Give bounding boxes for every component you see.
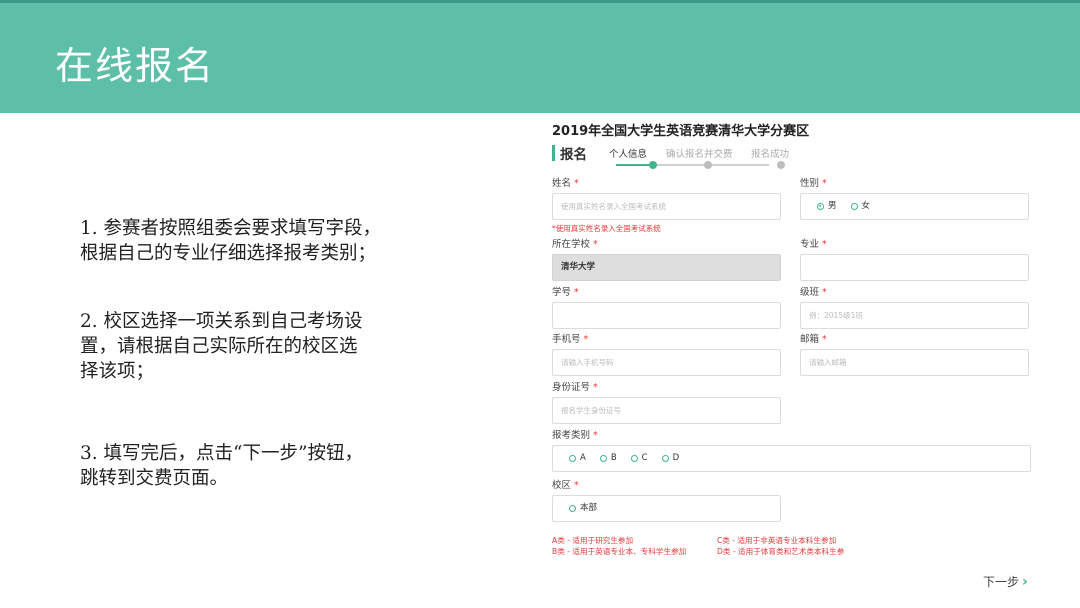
name-hint: *使用真实姓名录入全国考试系统: [552, 224, 661, 233]
campus-option-main[interactable]: 本部: [569, 496, 597, 521]
required-mark: *: [822, 239, 827, 250]
radio-icon: [850, 203, 858, 210]
section-label: 报名: [560, 147, 587, 163]
major-label: 专业 *: [800, 239, 827, 250]
category-radio-group: A B C D: [552, 445, 1031, 472]
radio-icon: [599, 455, 607, 462]
radio-icon: [661, 455, 669, 462]
required-mark: *: [593, 382, 598, 393]
required-mark: *: [593, 239, 598, 250]
step-dot: [777, 161, 785, 169]
email-input[interactable]: 请输入邮箱: [800, 349, 1029, 376]
phone-input[interactable]: 请输入手机号码: [552, 349, 781, 376]
major-field-group: 专业 *: [800, 238, 1029, 281]
instruction-line: 置，请根据自己实际所在的校区选: [80, 336, 358, 357]
class-field-group: 级班 * 例：2015级1班: [800, 286, 1029, 329]
legend-item: D类 - 适用于体育类和艺术类本科生参: [717, 547, 845, 556]
email-label: 邮箱 *: [800, 334, 827, 345]
campus-field-group: 校区 * 本部: [552, 479, 781, 522]
registration-form: 2019年全国大学生英语竞赛清华大学分赛区 报名 个人信息 确认报名并交费 报名…: [540, 113, 1080, 608]
instruction-line: 1. 参赛者按照组委会要求填写字段，: [80, 218, 382, 239]
next-label: 下一步: [983, 575, 1020, 589]
radio-checked-icon: [817, 203, 824, 210]
instruction-line: 择该项；: [80, 361, 155, 382]
step-success: 报名成功: [751, 149, 790, 160]
category-option-d[interactable]: D: [661, 446, 679, 471]
required-mark: *: [593, 430, 598, 441]
name-label: 姓名 *: [552, 178, 579, 189]
phone-field-group: 手机号 * 请输入手机号码: [552, 333, 781, 376]
step-dot-active: [649, 161, 657, 169]
required-mark: *: [574, 287, 579, 298]
instructions-panel: 1. 参赛者按照组委会要求填写字段， 根据自己的专业仔细选择报考类别； 2. 校…: [80, 216, 460, 534]
name-field-group: 姓名 * 使用真实姓名录入全国考试系统 *使用真实姓名录入全国考试系统: [552, 177, 781, 234]
chevron-right-icon: ›: [1022, 573, 1028, 590]
gender-option-female[interactable]: 女: [850, 194, 870, 219]
school-input[interactable]: 清华大学: [552, 254, 781, 281]
major-input[interactable]: [800, 254, 1029, 281]
id-number-label: 身份证号 *: [552, 382, 598, 393]
section-accent-bar: [552, 145, 555, 161]
required-mark: *: [822, 178, 827, 189]
radio-icon: [630, 455, 638, 462]
category-option-c[interactable]: C: [630, 446, 648, 471]
id-number-input[interactable]: 报名学生身份证号: [552, 397, 781, 424]
class-label: 级班 *: [800, 287, 827, 298]
school-field-group: 所在学校 * 清华大学: [552, 238, 781, 281]
radio-icon: [569, 505, 576, 512]
legend-item: A类 - 适用于研究生参加: [552, 536, 634, 545]
required-mark: *: [822, 334, 827, 345]
school-label: 所在学校 *: [552, 239, 598, 250]
category-legend: A类 - 适用于研究生参加 C类 - 适用于非英语专业本科生参加 B类 - 适用…: [552, 535, 882, 557]
progress-steps: 报名 个人信息 确认报名并交费 报名成功: [552, 142, 812, 172]
step-personal-info: 个人信息: [609, 149, 648, 160]
required-mark: *: [574, 480, 579, 491]
required-mark: *: [822, 287, 827, 298]
gender-field-group: 性别 * 男 女: [800, 177, 1029, 220]
radio-icon: [569, 455, 576, 462]
instruction-line: 跳转到交费页面。: [80, 468, 229, 489]
category-option-a[interactable]: A: [569, 446, 586, 471]
instruction-1: 1. 参赛者按照组委会要求填写字段， 根据自己的专业仔细选择报考类别；: [80, 216, 460, 266]
gender-option-male[interactable]: 男: [817, 194, 837, 219]
progress-track-done: [616, 164, 653, 166]
gender-radio-group: 男 女: [800, 193, 1029, 220]
next-button[interactable]: 下一步 ›: [983, 573, 1028, 590]
step-dot: [704, 161, 712, 169]
instruction-line: 2. 校区选择一项关系到自己考场设: [80, 311, 363, 332]
instruction-line: 根据自己的专业仔细选择报考类别；: [80, 243, 377, 264]
instruction-3: 3. 填写完后，点击“下一步”按钮， 跳转到交费页面。: [80, 441, 460, 491]
class-input[interactable]: 例：2015级1班: [800, 302, 1029, 329]
form-heading: 2019年全国大学生英语竞赛清华大学分赛区: [552, 124, 810, 139]
student-id-input[interactable]: [552, 302, 781, 329]
name-input[interactable]: 使用真实姓名录入全国考试系统: [552, 193, 781, 220]
id-number-field-group: 身份证号 * 报名学生身份证号: [552, 381, 781, 424]
required-mark: *: [574, 178, 579, 189]
step-confirm-pay: 确认报名并交费: [666, 149, 733, 160]
instruction-line: 3. 填写完后，点击“下一步”按钮，: [80, 443, 363, 464]
legend-item: C类 - 适用于非英语专业本科生参加: [717, 536, 837, 545]
category-label: 报考类别 *: [552, 430, 598, 441]
campus-radio-group: 本部: [552, 495, 781, 522]
student-id-field-group: 学号 *: [552, 286, 781, 329]
category-field-group: 报考类别 * A B C D: [552, 429, 1031, 472]
student-id-label: 学号 *: [552, 287, 579, 298]
legend-item: B类 - 适用于英语专业本、专科学生参加: [552, 547, 687, 556]
instruction-2: 2. 校区选择一项关系到自己考场设 置，请根据自己实际所在的校区选 择该项；: [80, 309, 460, 384]
category-option-b[interactable]: B: [599, 446, 617, 471]
required-mark: *: [583, 334, 589, 345]
phone-label: 手机号 *: [552, 334, 589, 345]
gender-label: 性别 *: [800, 178, 827, 189]
campus-label: 校区 *: [552, 480, 579, 491]
email-field-group: 邮箱 * 请输入邮箱: [800, 333, 1029, 376]
slide-header: 在线报名: [0, 0, 1080, 113]
slide-title: 在线报名: [55, 44, 216, 88]
